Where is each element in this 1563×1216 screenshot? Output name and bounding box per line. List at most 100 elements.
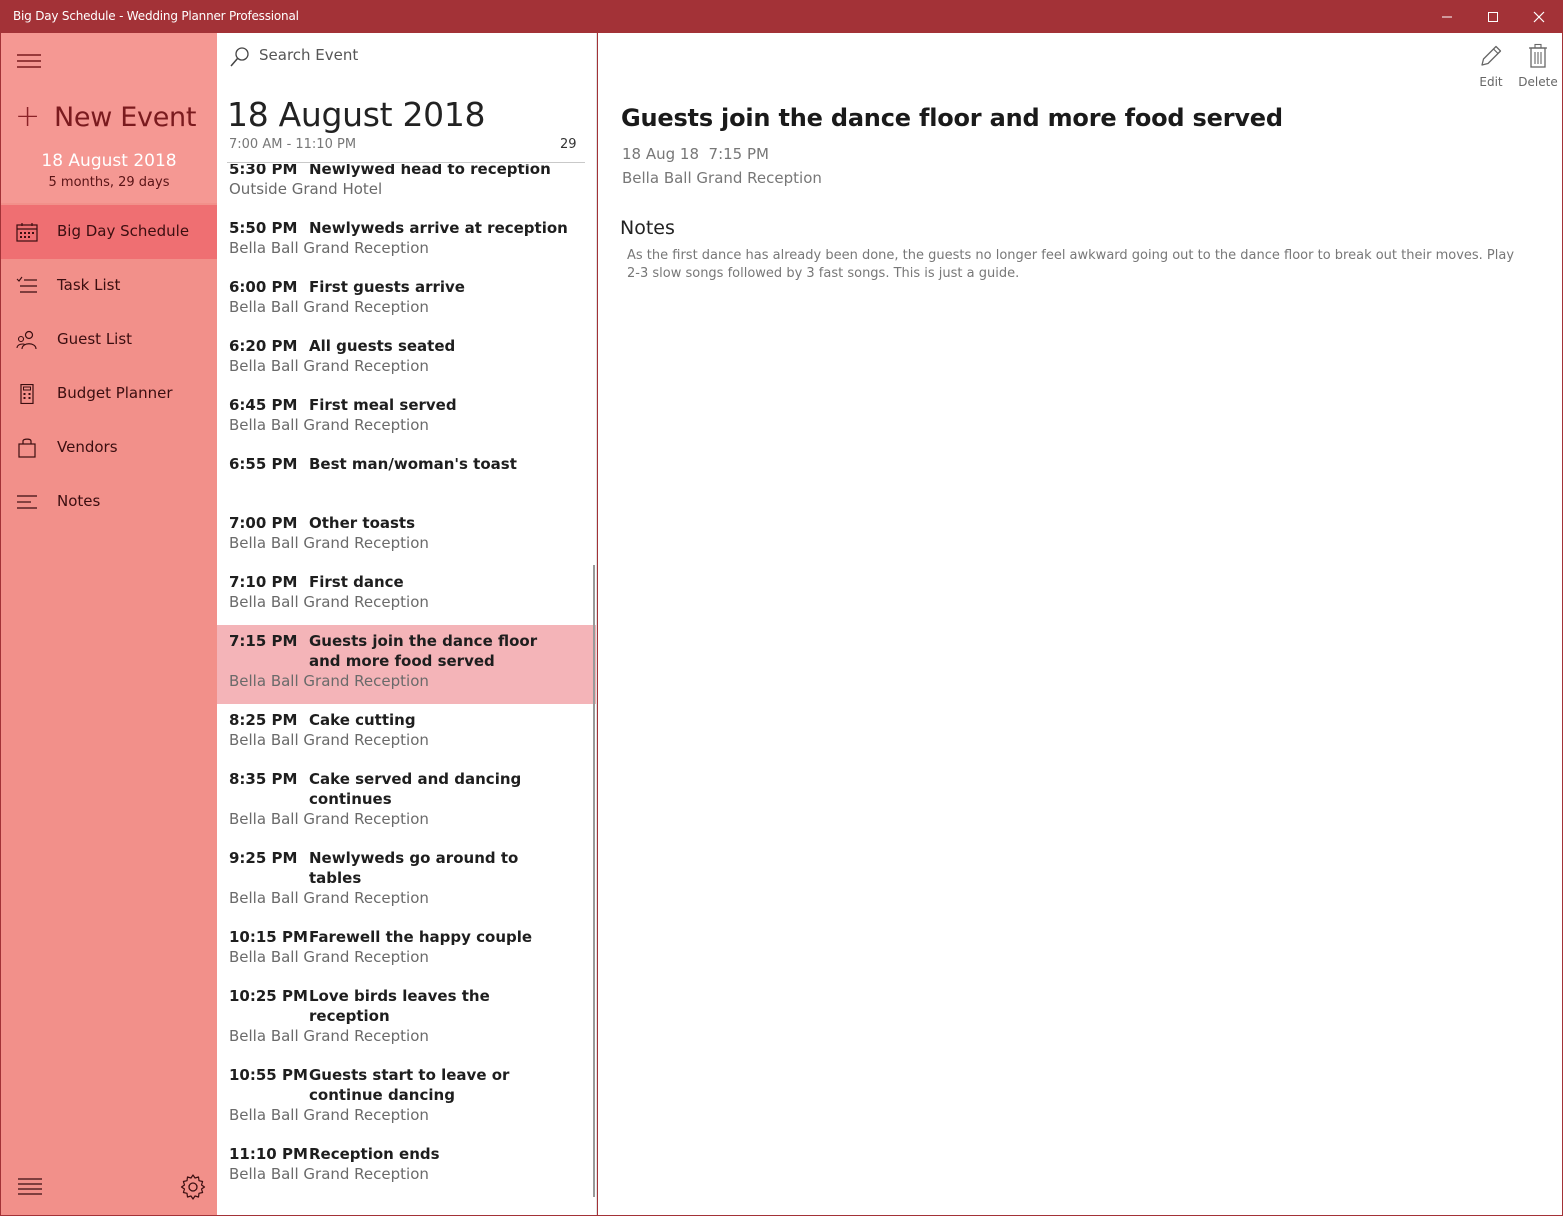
- sidebar-item-label: Vendors: [57, 438, 118, 456]
- list-item[interactable]: 8:25 PM Cake cutting Bella Ball Grand Rece…: [217, 704, 596, 763]
- list-item[interactable]: 8:35 PM Cake served and dancing continues…: [217, 763, 596, 842]
- list-item[interactable]: 10:25 PM Love birds leaves the reception B…: [217, 980, 596, 1059]
- event-name: First guests arrive: [309, 278, 465, 296]
- close-button[interactable]: [1516, 0, 1562, 33]
- list-item[interactable]: 9:25 PM Newlyweds go around to tables Bell…: [217, 842, 596, 921]
- event-location: Outside Grand Hotel: [229, 180, 383, 198]
- event-row-line: 10:15 PM Farewell the happy couple: [229, 927, 596, 947]
- search-input[interactable]: Search Event: [259, 46, 358, 64]
- event-name: Love birds leaves the reception: [309, 987, 490, 1025]
- new-event-button[interactable]: + New Event: [15, 97, 196, 137]
- event-name: Cake cutting: [309, 711, 416, 729]
- scrollbar[interactable]: [593, 565, 595, 1197]
- list-item[interactable]: 6:55 PM Best man/woman's toast: [217, 448, 596, 507]
- event-location: Bella Ball Grand Reception: [229, 534, 429, 552]
- event-name: Guests join the dance floor and more foo…: [309, 632, 538, 670]
- sidebar: + New Event 18 August 2018 5 months, 29 …: [1, 33, 217, 1215]
- event-name: Guests start to leave or continue dancin…: [309, 1066, 510, 1104]
- event-datetime: 18 Aug 18 7:15 PM: [622, 145, 769, 163]
- event-count: 29: [560, 137, 577, 152]
- event-location: Bella Ball Grand Reception: [229, 810, 429, 828]
- event-title: Guests join the dance floor and more foo…: [621, 104, 1283, 132]
- sidebar-item-label: Notes: [57, 492, 101, 510]
- list-item[interactable]: 5:30 PM Newlywed head to reception Outside…: [217, 164, 596, 212]
- event-location: Bella Ball Grand Reception: [229, 593, 429, 611]
- event-row-line: 6:00 PM First guests arrive: [229, 277, 596, 297]
- event-name: All guests seated: [309, 337, 456, 355]
- list-item[interactable]: 6:45 PM First meal served Bella Ball Grand…: [217, 389, 596, 448]
- event-time: 7:15 PM: [229, 632, 298, 650]
- list-item[interactable]: 6:20 PM All guests seated Bella Ball Grand…: [217, 330, 596, 389]
- event-time: 5:50 PM: [229, 219, 298, 237]
- event-time: 9:25 PM: [229, 849, 298, 867]
- event-list[interactable]: 5:30 PM Newlywed head to reception Outside…: [217, 164, 596, 1215]
- sidebar-nav: Big Day Schedule Task List Guest List Bu…: [1, 205, 217, 529]
- sidebar-item-task-list[interactable]: Task List: [1, 259, 217, 313]
- wedding-date: 18 August 2018: [41, 151, 177, 171]
- list-view-icon[interactable]: [18, 1177, 42, 1197]
- event-time: 6:20 PM: [229, 337, 298, 355]
- list-item[interactable]: 11:10 PM Reception ends Bella Ball Grand R…: [217, 1138, 596, 1197]
- edit-button[interactable]: Edit: [1466, 43, 1516, 89]
- schedule-date-heading: 18 August 2018: [227, 95, 486, 134]
- title-bar: Big Day Schedule - Wedding Planner Profe…: [0, 0, 1563, 33]
- event-location: Bella Ball Grand Reception: [229, 1106, 429, 1124]
- sidebar-item-big-day-schedule[interactable]: Big Day Schedule: [1, 205, 217, 259]
- gear-icon[interactable]: [179, 1173, 207, 1201]
- event-location: Bella Ball Grand Reception: [622, 169, 822, 187]
- event-row-line: 5:30 PM Newlywed head to reception: [229, 164, 596, 179]
- sidebar-item-budget-planner[interactable]: Budget Planner: [1, 367, 217, 421]
- event-time: 6:55 PM: [229, 455, 298, 473]
- event-row-line: 7:15 PM Guests join the dance floor and m…: [229, 631, 596, 671]
- people-icon: [16, 330, 37, 350]
- list-item[interactable]: 5:50 PM Newlyweds arrive at reception Bell…: [217, 212, 596, 271]
- edit-label: Edit: [1479, 75, 1503, 89]
- sidebar-item-notes[interactable]: Notes: [1, 475, 217, 529]
- notes-icon: [17, 495, 37, 509]
- list-item[interactable]: 6:00 PM First guests arrive Bella Ball Gra…: [217, 271, 596, 330]
- divider: [227, 162, 585, 163]
- sidebar-header: + New Event 18 August 2018 5 months, 29 …: [1, 33, 217, 203]
- list-item[interactable]: 7:00 PM Other toasts Bella Ball Grand Rece…: [217, 507, 596, 566]
- close-icon: [1533, 11, 1545, 22]
- new-event-label: New Event: [54, 101, 197, 133]
- event-name: Newlyweds go around to tables: [309, 849, 519, 887]
- calculator-icon: [20, 384, 34, 404]
- event-location: Bella Ball Grand Reception: [229, 1165, 429, 1183]
- list-item[interactable]: 10:55 PM Guests start to leave or continu…: [217, 1059, 596, 1138]
- shopping-bag-icon: [18, 438, 36, 458]
- event-time: 10:25 PM: [229, 987, 308, 1005]
- event-name: Cake served and dancing continues: [309, 770, 522, 808]
- schedule-time-range: 7:00 AM - 11:10 PM: [229, 137, 357, 152]
- event-time: 7:00 PM: [229, 514, 298, 532]
- event-time: 10:55 PM: [229, 1066, 308, 1084]
- event-name: Other toasts: [309, 514, 416, 532]
- event-location: Bella Ball Grand Reception: [229, 357, 429, 375]
- list-item[interactable]: 7:10 PM First dance Bella Ball Grand Recep…: [217, 566, 596, 625]
- checklist-icon: [16, 276, 37, 293]
- minimize-button[interactable]: [1424, 0, 1470, 33]
- event-row-line: 10:55 PM Guests start to leave or continu…: [229, 1065, 596, 1105]
- sidebar-item-guest-list[interactable]: Guest List: [1, 313, 217, 367]
- sidebar-item-label: Guest List: [57, 330, 133, 348]
- search-box[interactable]: Search Event: [227, 43, 587, 71]
- event-location: Bella Ball Grand Reception: [229, 416, 429, 434]
- window-title: Big Day Schedule - Wedding Planner Profe…: [13, 9, 299, 23]
- delete-button[interactable]: Delete: [1513, 43, 1563, 89]
- minimize-icon: [1442, 16, 1452, 17]
- list-item[interactable]: 7:15 PM Guests join the dance floor and m…: [217, 625, 596, 704]
- event-time: 7:10 PM: [229, 573, 298, 591]
- maximize-button[interactable]: [1470, 0, 1516, 33]
- event-row-line: 7:00 PM Other toasts: [229, 513, 596, 533]
- hamburger-menu-icon[interactable]: [17, 51, 41, 71]
- list-item[interactable]: 10:15 PM Farewell the happy couple Bella B…: [217, 921, 596, 980]
- pencil-icon: [1481, 45, 1502, 66]
- event-row-line: 7:10 PM First dance: [229, 572, 596, 592]
- event-location: Bella Ball Grand Reception: [229, 239, 429, 257]
- sidebar-item-label: Task List: [57, 276, 121, 294]
- event-row-line: 9:25 PM Newlyweds go around to tables: [229, 848, 596, 888]
- plus-icon: +: [15, 99, 41, 134]
- event-time: 8:25 PM: [229, 711, 298, 729]
- sidebar-item-vendors[interactable]: Vendors: [1, 421, 217, 475]
- event-row-line: 6:20 PM All guests seated: [229, 336, 596, 356]
